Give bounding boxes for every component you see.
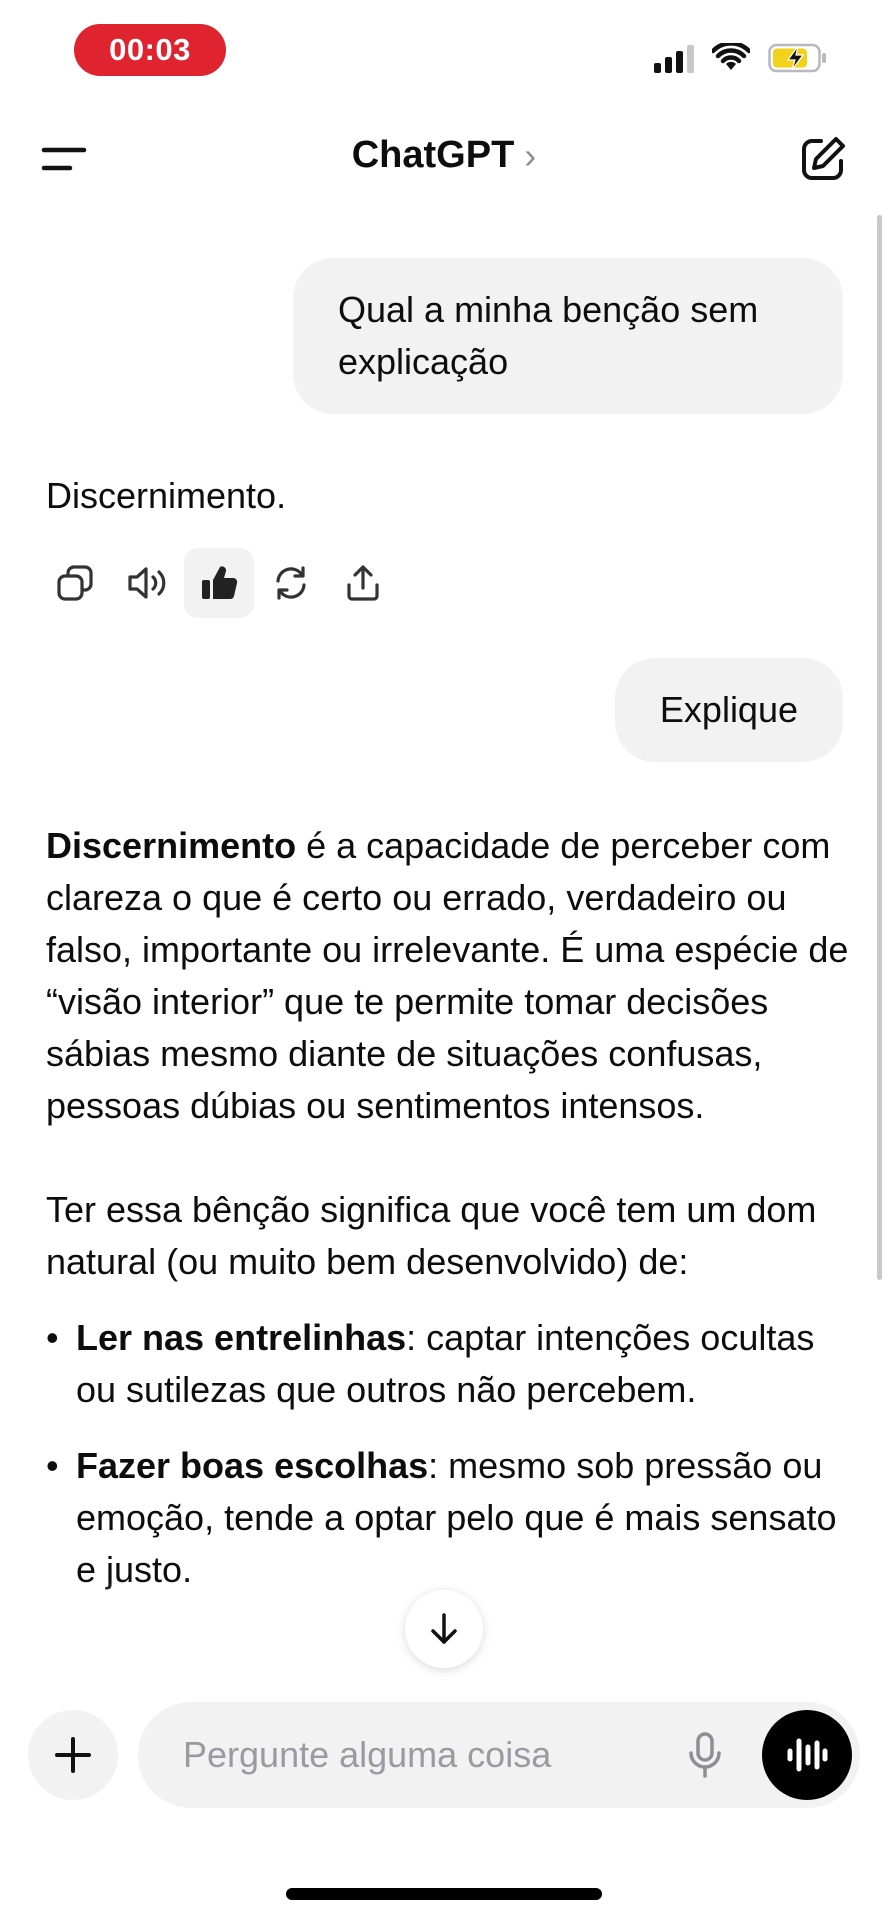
copy-icon bbox=[57, 565, 93, 601]
arrow-down-icon bbox=[431, 1613, 457, 1644]
recording-time: 00:03 bbox=[109, 32, 191, 67]
plus-icon bbox=[55, 1737, 91, 1773]
chevron-right-icon: › bbox=[524, 134, 537, 176]
page-title: ChatGPT bbox=[351, 134, 515, 176]
response-text: é a capacidade de perceber com clareza o… bbox=[46, 825, 849, 1126]
thumbs-up-icon bbox=[202, 566, 238, 600]
status-icons bbox=[654, 38, 828, 78]
dictation-button[interactable] bbox=[678, 1728, 732, 1782]
message-composer bbox=[138, 1702, 860, 1808]
regenerate-button[interactable] bbox=[256, 548, 326, 618]
read-aloud-button[interactable] bbox=[112, 548, 182, 618]
new-chat-icon bbox=[802, 137, 845, 180]
user-message-text: Explique bbox=[659, 689, 798, 730]
mic-icon bbox=[689, 1732, 721, 1778]
list-item: Fazer boas escolhas: mesmo sob pressão o… bbox=[46, 1440, 856, 1596]
home-indicator[interactable] bbox=[286, 1888, 602, 1900]
thumbs-up-button[interactable] bbox=[184, 548, 254, 618]
scrollbar[interactable] bbox=[877, 215, 882, 1280]
regenerate-icon bbox=[276, 566, 306, 600]
voice-mode-icon bbox=[787, 1738, 828, 1772]
wifi-icon bbox=[712, 43, 750, 70]
cellular-signal-icon bbox=[654, 43, 694, 73]
user-message: Explique bbox=[614, 658, 843, 762]
response-paragraph: Ter essa bênção significa que você tem u… bbox=[46, 1189, 817, 1282]
list-item: Ler nas entrelinhas: captar intenções oc… bbox=[46, 1312, 856, 1416]
copy-button[interactable] bbox=[40, 548, 110, 618]
assistant-response: Discernimento é a capacidade de perceber… bbox=[46, 820, 856, 1620]
response-list: Ler nas entrelinhas: captar intenções oc… bbox=[46, 1312, 856, 1596]
response-bold-term: Discernimento bbox=[46, 825, 297, 866]
voice-mode-button[interactable] bbox=[762, 1710, 852, 1800]
message-input[interactable] bbox=[183, 1702, 663, 1808]
battery-charging-icon bbox=[768, 43, 826, 73]
share-button[interactable] bbox=[328, 548, 398, 618]
user-message-text: Qual a minha benção sem explicação bbox=[338, 289, 759, 382]
model-selector[interactable]: ChatGPT › bbox=[0, 134, 888, 177]
message-actions bbox=[40, 548, 398, 618]
scroll-to-bottom-button[interactable] bbox=[405, 1590, 483, 1668]
user-message: Qual a minha benção sem explicação bbox=[293, 258, 843, 414]
speaker-icon bbox=[128, 567, 166, 599]
list-item-title: Fazer boas escolhas bbox=[76, 1445, 429, 1486]
new-chat-button[interactable] bbox=[798, 134, 848, 184]
add-attachment-button[interactable] bbox=[28, 1710, 118, 1800]
assistant-message: Discernimento. bbox=[46, 475, 287, 516]
share-icon bbox=[347, 565, 379, 601]
response-paragraph: Discernimento é a capacidade de perceber… bbox=[46, 820, 856, 1132]
recording-indicator[interactable]: 00:03 bbox=[74, 24, 226, 76]
list-item-title: Ler nas entrelinhas bbox=[76, 1317, 407, 1358]
chat-header: ChatGPT › bbox=[0, 120, 888, 200]
